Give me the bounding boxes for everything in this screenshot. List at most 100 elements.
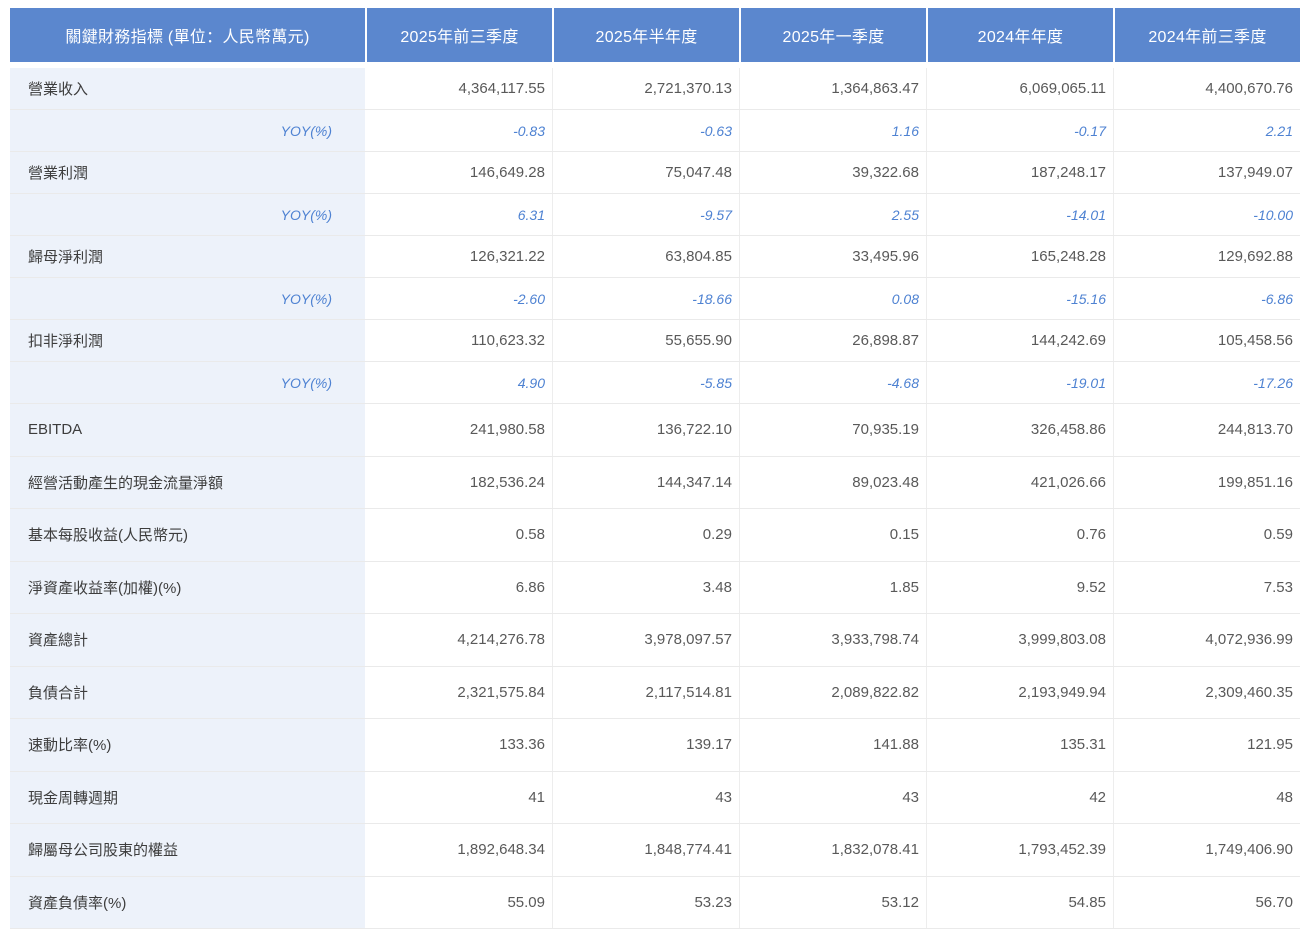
yoy-value: -10.00: [1113, 194, 1300, 235]
metric-value: 56.70: [1113, 876, 1300, 928]
metric-value: 70,935.19: [739, 404, 926, 456]
col-header-2025-h1: 2025年半年度: [552, 8, 739, 62]
yoy-value: 4.90: [517, 374, 545, 391]
metric-value: 0.29: [552, 509, 739, 561]
metric-value: 3,999,803.08: [926, 614, 1113, 666]
yoy-value: -2.60: [513, 290, 545, 307]
metric-value: 241,980.58: [469, 421, 545, 439]
metric-value: 2,117,514.81: [552, 666, 739, 718]
metric-value: 7.53: [1113, 561, 1300, 613]
yoy-value: 1.16: [739, 110, 926, 151]
metric-label: 歸母淨利潤: [10, 236, 365, 277]
table-row: 營業收入 4,364,117.55 2,721,370.13 1,364,863…: [10, 68, 1300, 110]
yoy-label: YOY(%): [10, 362, 365, 403]
yoy-value: 0.08: [739, 278, 926, 319]
metric-value: 55.09: [507, 893, 545, 911]
yoy-value: -9.57: [552, 194, 739, 235]
metric-value: 139.17: [552, 719, 739, 771]
metric-value: 144,242.69: [926, 320, 1113, 361]
metric-value: 89,023.48: [739, 456, 926, 508]
yoy-value: -5.85: [552, 362, 739, 403]
metric-value: 136,722.10: [552, 404, 739, 456]
yoy-value: -15.16: [926, 278, 1113, 319]
metric-label: 速動比率(%): [10, 719, 365, 771]
metric-label: 營業利潤: [10, 152, 365, 193]
metric-value: 110,623.32: [471, 332, 545, 349]
yoy-label: YOY(%): [10, 194, 365, 235]
metric-value: 1,749,406.90: [1113, 824, 1300, 876]
metric-value: 75,047.48: [552, 152, 739, 193]
metric-label: 現金周轉週期: [10, 771, 365, 823]
metric-value: 129,692.88: [1113, 236, 1300, 277]
col-header-2025-q3: 2025年前三季度: [365, 8, 552, 62]
metric-value: 244,813.70: [1113, 404, 1300, 456]
table-row: 淨資產收益率(加權)(%) 6.86 3.48 1.85 9.52 7.53: [10, 561, 1300, 614]
metric-label: 淨資產收益率(加權)(%): [10, 561, 365, 613]
metric-value: 4,072,936.99: [1113, 614, 1300, 666]
table-title: 關鍵財務指標 (單位：人民幣萬元): [10, 8, 365, 62]
metric-value: 2,321,575.84: [457, 683, 545, 701]
table-row-yoy: YOY(%) -0.83 -0.63 1.16 -0.17 2.21: [10, 110, 1300, 152]
metric-value: 43: [739, 771, 926, 823]
yoy-value: -6.86: [1113, 278, 1300, 319]
metric-value: 187,248.17: [926, 152, 1113, 193]
metric-value: 137,949.07: [1113, 152, 1300, 193]
metric-value: 121.95: [1113, 719, 1300, 771]
table-row: EBITDA 241,980.58 136,722.10 70,935.19 3…: [10, 404, 1300, 457]
financial-indicators-table: 關鍵財務指標 (單位：人民幣萬元) 2025年前三季度 2025年半年度 202…: [10, 8, 1300, 929]
table-row: 扣非淨利潤 110,623.32 55,655.90 26,898.87 144…: [10, 320, 1300, 362]
metric-value: 0.15: [739, 509, 926, 561]
metric-value: 26,898.87: [739, 320, 926, 361]
metric-value: 199,851.16: [1113, 456, 1300, 508]
metric-value: 0.59: [1113, 509, 1300, 561]
metric-value: 2,193,949.94: [926, 666, 1113, 718]
metric-value: 48: [1113, 771, 1300, 823]
metric-value: 6,069,065.11: [926, 68, 1113, 109]
metric-value: 63,804.85: [552, 236, 739, 277]
metric-value: 326,458.86: [926, 404, 1113, 456]
yoy-value: -0.17: [926, 110, 1113, 151]
yoy-label: YOY(%): [10, 278, 365, 319]
yoy-value: 6.31: [517, 206, 545, 223]
table-row: 歸屬母公司股東的權益 1,892,648.34 1,848,774.41 1,8…: [10, 824, 1300, 877]
metric-value: 42: [926, 771, 1113, 823]
table-header-row: 關鍵財務指標 (單位：人民幣萬元) 2025年前三季度 2025年半年度 202…: [10, 8, 1300, 62]
metric-value: 144,347.14: [552, 456, 739, 508]
metric-value: 41: [528, 788, 545, 806]
yoy-value: 2.21: [1113, 110, 1300, 151]
yoy-value: -0.63: [552, 110, 739, 151]
metric-value: 3,933,798.74: [739, 614, 926, 666]
table-row: 營業利潤 146,649.28 75,047.48 39,322.68 187,…: [10, 152, 1300, 194]
table-row-yoy: YOY(%) 6.31 -9.57 2.55 -14.01 -10.00: [10, 194, 1300, 236]
table-body: 營業收入 4,364,117.55 2,721,370.13 1,364,863…: [10, 68, 1300, 929]
metric-value: 141.88: [739, 719, 926, 771]
metric-label: 資產總計: [10, 614, 365, 666]
metric-value: 0.58: [515, 526, 545, 544]
yoy-value: -19.01: [926, 362, 1113, 403]
col-header-2025-q1: 2025年一季度: [739, 8, 926, 62]
metric-label: 歸屬母公司股東的權益: [10, 824, 365, 876]
metric-value: 1,364,863.47: [739, 68, 926, 109]
metric-value: 135.31: [926, 719, 1113, 771]
col-header-2024-q3: 2024年前三季度: [1113, 8, 1300, 62]
metric-value: 55,655.90: [552, 320, 739, 361]
col-header-2024-fy: 2024年年度: [926, 8, 1113, 62]
table-row-yoy: YOY(%) -2.60 -18.66 0.08 -15.16 -6.86: [10, 278, 1300, 320]
metric-value: 0.76: [926, 509, 1113, 561]
table-row-yoy: YOY(%) 4.90 -5.85 -4.68 -19.01 -17.26: [10, 362, 1300, 404]
metric-label: 負債合計: [10, 666, 365, 718]
metric-value: 4,214,276.78: [457, 631, 545, 649]
table-row: 負債合計 2,321,575.84 2,117,514.81 2,089,822…: [10, 666, 1300, 719]
metric-value: 1,892,648.34: [457, 841, 545, 859]
metric-value: 54.85: [926, 876, 1113, 928]
table-row: 資產總計 4,214,276.78 3,978,097.57 3,933,798…: [10, 614, 1300, 667]
metric-value: 3.48: [552, 561, 739, 613]
metric-value: 1,832,078.41: [739, 824, 926, 876]
metric-value: 9.52: [926, 561, 1113, 613]
metric-value: 126,321.22: [469, 248, 545, 265]
metric-value: 53.23: [552, 876, 739, 928]
metric-label: 資產負債率(%): [10, 876, 365, 928]
yoy-value: -0.83: [513, 122, 545, 139]
metric-value: 165,248.28: [926, 236, 1113, 277]
table-row: 現金周轉週期 41 43 43 42 48: [10, 771, 1300, 824]
